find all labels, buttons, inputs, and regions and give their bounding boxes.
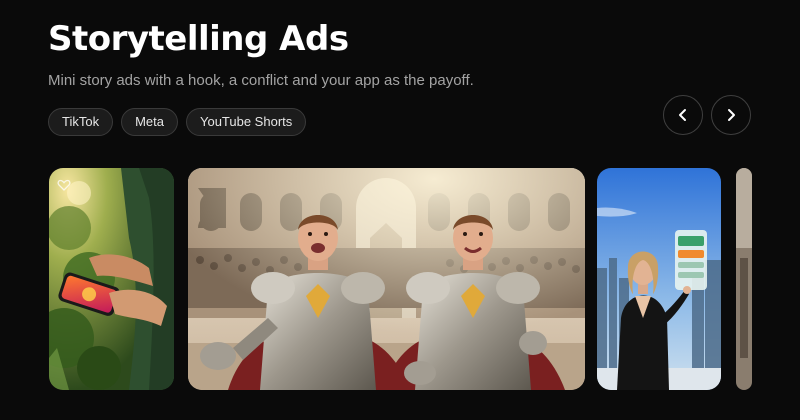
ad-card-phone[interactable] <box>49 168 174 390</box>
carousel-prev-button[interactable] <box>663 95 703 135</box>
tag-tiktok[interactable]: TikTok <box>48 108 114 136</box>
ad-thumbnail-presenter <box>597 168 721 390</box>
chevron-right-icon <box>728 109 735 121</box>
ad-thumbnail-partial <box>736 168 752 390</box>
ad-thumbnail-knights <box>188 168 585 390</box>
ad-card-knights[interactable] <box>188 168 585 390</box>
page-title: Storytelling Ads <box>48 19 349 59</box>
ad-thumbnail-phone <box>49 168 174 390</box>
carousel-next-button[interactable] <box>711 95 751 135</box>
ad-card-presenter[interactable] <box>597 168 721 390</box>
ad-card-next-partial[interactable] <box>736 168 752 390</box>
platform-tags: TikTok Meta YouTube Shorts <box>48 108 307 136</box>
chevron-left-icon <box>679 109 686 121</box>
page-subtitle: Mini story ads with a hook, a conflict a… <box>48 72 474 89</box>
tag-youtube-shorts[interactable]: YouTube Shorts <box>185 108 307 136</box>
tag-meta[interactable]: Meta <box>121 108 178 136</box>
heart-icon <box>57 179 71 191</box>
